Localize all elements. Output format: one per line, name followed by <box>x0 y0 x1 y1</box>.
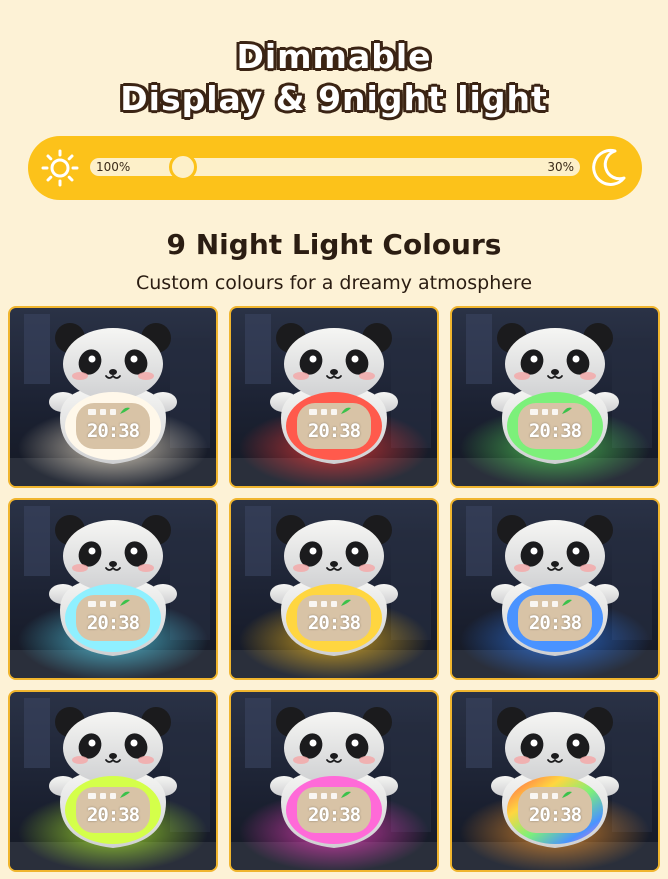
headline: Dimmable Display & 9night light <box>0 36 668 120</box>
headline-line-2: Display & 9night light <box>120 79 548 118</box>
clock-time-display: 20:38 <box>86 420 140 442</box>
panda-nose <box>330 369 338 375</box>
clock-time-display: 20:38 <box>307 804 361 826</box>
section-subheading: Custom colours for a dreamy atmosphere <box>135 272 533 294</box>
colour-tile-1: 20:38 <box>8 306 218 488</box>
panda-head <box>63 712 163 784</box>
clock-time-display: 20:38 <box>528 804 582 826</box>
window-shape <box>245 698 271 768</box>
clock-time-display: 20:38 <box>307 420 361 442</box>
section-heading: 9 Night Light Colours <box>166 228 502 261</box>
colour-tile-2: 20:38 <box>229 306 439 488</box>
window-shape <box>466 698 492 768</box>
clock-time-display: 20:38 <box>307 612 361 634</box>
panda-nose <box>109 369 117 375</box>
panda-head <box>63 328 163 400</box>
panda-head <box>505 712 605 784</box>
panda-nose <box>330 561 338 567</box>
brightness-track[interactable]: 100% 30% <box>90 153 580 181</box>
brightness-max-label: 100% <box>96 160 131 174</box>
colour-tile-7: 20:38 <box>8 690 218 872</box>
panda-nose <box>330 753 338 759</box>
brightness-knob[interactable] <box>169 153 197 181</box>
headline-line-1: Dimmable <box>236 37 432 76</box>
moon-icon <box>592 148 626 186</box>
window-shape <box>245 314 271 384</box>
panda-nose <box>109 753 117 759</box>
panda-head <box>505 328 605 400</box>
clock-time-display: 20:38 <box>86 612 140 634</box>
panda-nose <box>551 753 559 759</box>
panda-head <box>284 712 384 784</box>
clock-time-display: 20:38 <box>528 612 582 634</box>
night-light-colour-grid: 20:38 20:38 20:38 20:38 20:38 20:38 20:3… <box>8 306 660 872</box>
sun-icon <box>41 149 79 187</box>
panda-head <box>284 520 384 592</box>
panda-head <box>505 520 605 592</box>
colour-tile-4: 20:38 <box>8 498 218 680</box>
window-shape <box>245 506 271 576</box>
panda-nose <box>551 561 559 567</box>
window-shape <box>24 314 50 384</box>
window-shape <box>24 698 50 768</box>
colour-tile-3: 20:38 <box>450 306 660 488</box>
colour-tile-5: 20:38 <box>229 498 439 680</box>
brightness-min-label: 30% <box>547 160 574 174</box>
colour-tile-9: 20:38 <box>450 690 660 872</box>
colour-tile-6: 20:38 <box>450 498 660 680</box>
panda-nose <box>551 369 559 375</box>
colour-tile-8: 20:38 <box>229 690 439 872</box>
clock-time-display: 20:38 <box>528 420 582 442</box>
panda-head <box>63 520 163 592</box>
brightness-slider[interactable]: 100% 30% <box>28 136 642 200</box>
window-shape <box>24 506 50 576</box>
window-shape <box>466 506 492 576</box>
window-shape <box>466 314 492 384</box>
panda-nose <box>109 561 117 567</box>
panda-head <box>284 328 384 400</box>
clock-time-display: 20:38 <box>86 804 140 826</box>
